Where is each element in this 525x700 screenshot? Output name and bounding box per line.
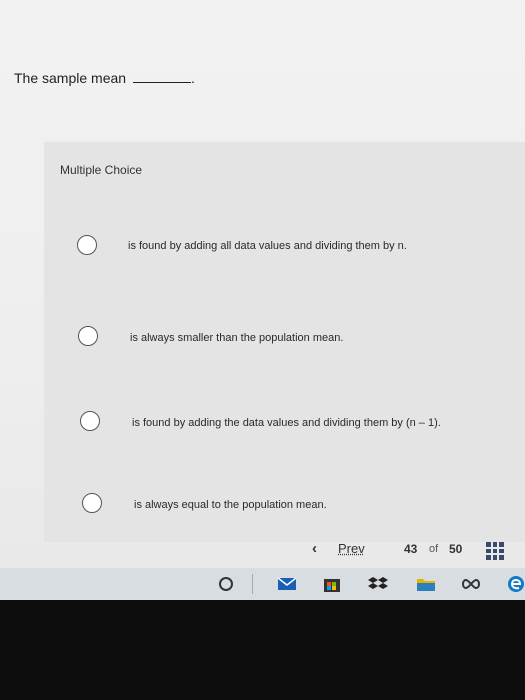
option-4[interactable]: is always equal to the population mean. <box>0 490 525 520</box>
store-icon[interactable] <box>322 574 342 594</box>
edge-icon[interactable] <box>506 574 525 594</box>
dropbox-icon[interactable] <box>368 574 388 594</box>
option-4-text: is always equal to the population mean. <box>134 499 327 511</box>
question-stem: The sample mean <box>14 70 127 86</box>
prev-button[interactable]: Prev <box>338 541 365 556</box>
multiple-choice-label: Multiple Choice <box>60 163 143 177</box>
option-2[interactable]: is always smaller than the population me… <box>0 323 525 353</box>
file-explorer-icon[interactable] <box>416 574 436 594</box>
infinity-icon[interactable] <box>460 574 480 594</box>
page-of-label: of <box>429 543 439 555</box>
screen: The sample mean . Multiple Choice is fou… <box>0 0 525 600</box>
option-3-text: is found by adding the data values and d… <box>132 417 441 429</box>
option-3[interactable]: is found by adding the data values and d… <box>0 408 525 438</box>
total-pages: 50 <box>449 542 463 556</box>
option-2-radio[interactable] <box>78 326 98 346</box>
answer-blank <box>132 70 191 83</box>
option-2-text: is always smaller than the population me… <box>130 332 344 344</box>
taskbar-divider <box>252 574 253 594</box>
mail-icon[interactable] <box>277 574 297 594</box>
option-1-radio[interactable] <box>77 235 97 255</box>
option-1-text: is found by adding all data values and d… <box>128 240 407 252</box>
current-page: 43 <box>404 542 418 556</box>
cortana-circle-icon[interactable] <box>219 577 233 591</box>
option-3-radio[interactable] <box>80 411 100 431</box>
taskbar <box>0 568 525 600</box>
chevron-left-icon[interactable]: ‹ <box>312 540 317 557</box>
monitor-bezel <box>0 600 525 700</box>
grid-icon[interactable] <box>486 542 504 560</box>
option-4-radio[interactable] <box>82 493 102 513</box>
question-end-punct: . <box>190 70 195 86</box>
question-text: The sample mean . <box>14 70 195 86</box>
question-navigation: ‹ Prev 43 of 50 <box>0 540 525 564</box>
option-1[interactable]: is found by adding all data values and d… <box>0 232 525 262</box>
